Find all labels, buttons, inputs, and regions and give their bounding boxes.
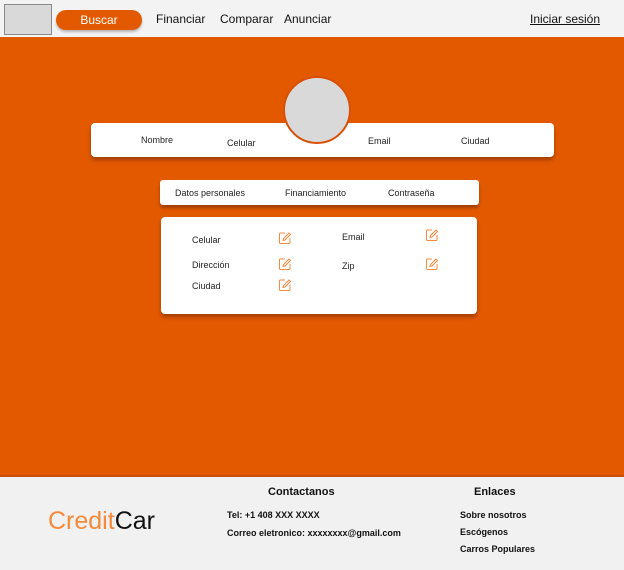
brand-logo: CreditCar	[48, 507, 155, 536]
buscar-button[interactable]: Buscar	[56, 10, 142, 30]
main-content: Nombre Celular Email Ciudad Datos person…	[0, 39, 624, 475]
tab-contrasena[interactable]: Contraseña	[388, 188, 435, 198]
links-title: Enlaces	[474, 486, 516, 498]
tab-datos-personales[interactable]: Datos personales	[175, 188, 245, 198]
nav-financiar-link[interactable]: Financiar	[156, 12, 205, 26]
field-ciudad-label: Ciudad	[192, 281, 221, 291]
edit-direccion-icon[interactable]	[278, 257, 292, 271]
brand-credit: Credit	[48, 507, 115, 535]
avatar[interactable]	[283, 76, 351, 144]
profile-ciudad: Ciudad	[461, 136, 490, 146]
edit-zip-icon[interactable]	[425, 257, 439, 271]
field-zip-label: Zip	[342, 261, 355, 271]
login-link[interactable]: Iniciar sesión	[530, 12, 600, 26]
tab-financiamiento[interactable]: Financiamiento	[285, 188, 346, 198]
nav-comparar-link[interactable]: Comparar	[220, 12, 273, 26]
footer: CreditCar Contactanos Tel: +1 408 XXX XX…	[0, 475, 624, 570]
field-celular-label: Celular	[192, 235, 221, 245]
profile-nombre: Nombre	[141, 135, 174, 145]
contact-title: Contactanos	[268, 486, 335, 498]
link-sobre-nosotros[interactable]: Sobre nosotros	[460, 510, 527, 520]
field-direccion-label: Dirección	[192, 260, 230, 270]
field-email-label: Email	[342, 232, 365, 242]
link-escogenos[interactable]: Escógenos	[460, 527, 508, 537]
nav-anunciar-link[interactable]: Anunciar	[284, 12, 331, 26]
link-carros-populares[interactable]: Carros Populares	[460, 544, 535, 554]
logo-placeholder[interactable]	[4, 4, 52, 35]
contact-email: Correo eletronico: xxxxxxxx@gmail.com	[227, 528, 401, 538]
contact-tel: Tel: +1 408 XXX XXXX	[227, 510, 320, 520]
profile-email: Email	[368, 136, 391, 146]
edit-ciudad-icon[interactable]	[278, 278, 292, 292]
edit-celular-icon[interactable]	[278, 231, 292, 245]
profile-celular: Celular	[227, 138, 256, 148]
personal-data-card: Celular Dirección Ciudad Email Zip	[161, 217, 477, 314]
top-navbar: Buscar Financiar Comparar Anunciar Inici…	[0, 0, 624, 39]
profile-tabs: Datos personales Financiamiento Contrase…	[160, 180, 479, 205]
edit-email-icon[interactable]	[425, 228, 439, 242]
brand-car: Car	[114, 507, 155, 535]
